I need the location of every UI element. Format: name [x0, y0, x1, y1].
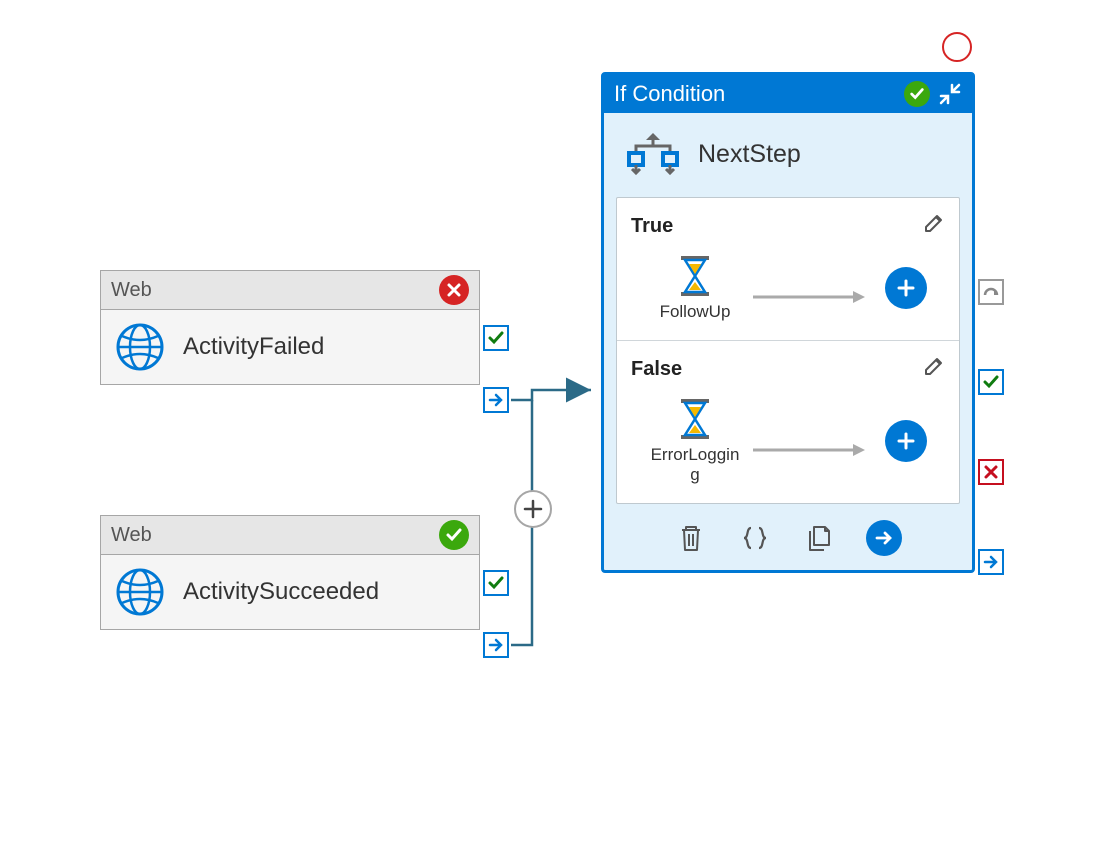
- branch-body: ErrorLogging: [631, 397, 945, 485]
- activity-node-failed[interactable]: Web ActivityFailed: [100, 270, 480, 385]
- condition-title-row: NextStep: [604, 113, 972, 189]
- branch-label: True: [631, 215, 673, 238]
- branch-label: False: [631, 358, 682, 381]
- skip-output-badge[interactable]: [978, 279, 1004, 305]
- condition-header: If Condition: [604, 75, 972, 113]
- hourglass-icon: [675, 254, 715, 298]
- branch-body: FollowUp: [631, 254, 945, 322]
- failure-output-badge[interactable]: [978, 459, 1004, 485]
- delete-button[interactable]: [674, 521, 708, 555]
- branches-container: True FollowUp: [616, 197, 960, 504]
- wait-activity[interactable]: FollowUp: [649, 254, 741, 322]
- add-branch-button[interactable]: [514, 490, 552, 528]
- activity-type-label: Web: [111, 524, 152, 547]
- if-condition-panel[interactable]: If Condition: [601, 72, 975, 573]
- condition-type-label: If Condition: [614, 81, 725, 107]
- status-success-icon: [439, 520, 469, 550]
- pipeline-canvas[interactable]: Web ActivityFailed Web: [0, 0, 1110, 847]
- success-output-badge[interactable]: [978, 369, 1004, 395]
- activity-name: ActivitySucceeded: [183, 578, 379, 606]
- status-success-icon: [904, 81, 930, 107]
- copy-button[interactable]: [802, 521, 836, 555]
- add-activity-button[interactable]: [885, 420, 927, 462]
- status-error-icon: [439, 275, 469, 305]
- add-activity-button[interactable]: [885, 267, 927, 309]
- completion-output-badge[interactable]: [978, 549, 1004, 575]
- condition-toolbar: [604, 510, 972, 570]
- success-output-badge[interactable]: [483, 325, 509, 351]
- breakpoint-indicator[interactable]: [942, 32, 972, 62]
- activity-node-succeeded[interactable]: Web ActivitySucceeded: [100, 515, 480, 630]
- wait-activity-name: FollowUp: [660, 302, 731, 322]
- wait-activity[interactable]: ErrorLogging: [649, 397, 741, 485]
- activity-body: ActivitySucceeded: [101, 555, 479, 629]
- condition-name: NextStep: [698, 140, 801, 169]
- success-output-badge[interactable]: [483, 570, 509, 596]
- completion-output-badge[interactable]: [483, 387, 509, 413]
- branch-true[interactable]: True FollowUp: [617, 198, 959, 340]
- activity-header: Web: [101, 516, 479, 555]
- code-button[interactable]: [738, 521, 772, 555]
- connector-arrow: [753, 287, 873, 289]
- globe-icon: [115, 322, 165, 372]
- activity-body: ActivityFailed: [101, 310, 479, 384]
- branch-header: False: [631, 355, 945, 383]
- connector-arrow: [753, 440, 873, 442]
- activity-type-label: Web: [111, 279, 152, 302]
- globe-icon: [115, 567, 165, 617]
- run-button[interactable]: [866, 520, 902, 556]
- wait-activity-name: ErrorLogging: [649, 445, 741, 485]
- branch-header: True: [631, 212, 945, 240]
- completion-output-badge[interactable]: [483, 632, 509, 658]
- hourglass-icon: [675, 397, 715, 441]
- edit-icon[interactable]: [923, 212, 945, 240]
- activity-header: Web: [101, 271, 479, 310]
- collapse-icon[interactable]: [938, 82, 962, 106]
- activity-name: ActivityFailed: [183, 333, 324, 361]
- switch-icon: [622, 129, 684, 179]
- edit-icon[interactable]: [923, 355, 945, 383]
- branch-false[interactable]: False ErrorLogging: [617, 340, 959, 503]
